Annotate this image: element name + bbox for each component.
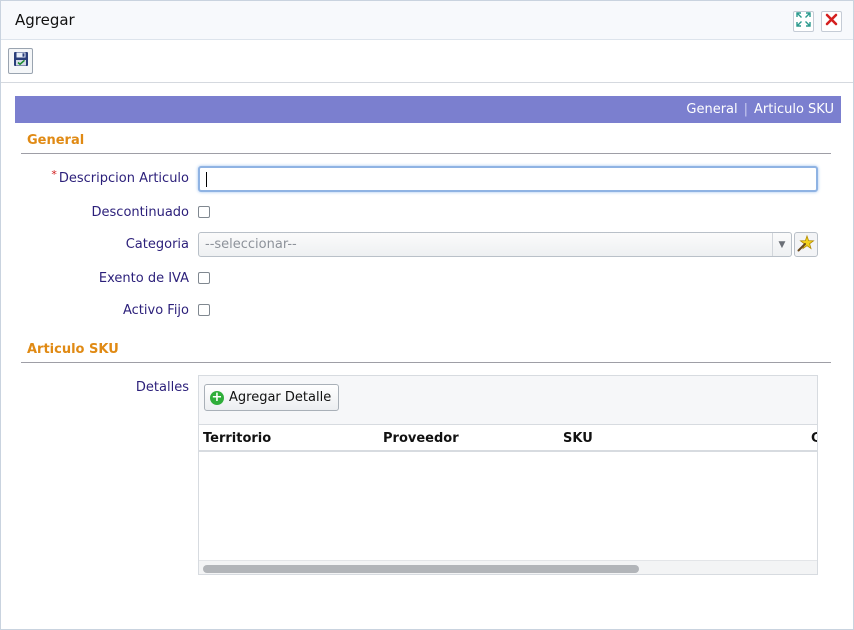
close-button[interactable] (821, 11, 842, 32)
tab-separator: | (743, 102, 749, 117)
section-title-general: General (27, 133, 85, 148)
column-header-sku[interactable]: SKU (563, 431, 593, 446)
column-header-proveedor[interactable]: Proveedor (383, 431, 459, 446)
magic-wand-icon (797, 234, 815, 256)
grid-header: Territorio Proveedor SKU C (199, 424, 817, 452)
detalles-label: Detalles (135, 380, 189, 395)
detalles-grid: + Agregar Detalle Territorio Proveedor S… (198, 375, 818, 575)
toolbar (1, 41, 853, 83)
descontinuado-checkbox[interactable] (198, 206, 210, 218)
horizontal-scrollbar[interactable] (199, 560, 817, 574)
categoria-select[interactable]: --seleccionar-- ▼ (198, 232, 792, 257)
save-button[interactable] (8, 48, 33, 74)
grid-body (199, 452, 817, 560)
exento-iva-label: Exento de IVA (98, 271, 189, 286)
close-icon (825, 13, 838, 30)
categoria-label: Categoria (125, 237, 189, 252)
descripcion-label-text: Descripcion Articulo (58, 171, 189, 186)
descripcion-input[interactable] (198, 166, 818, 192)
section-divider-general (21, 153, 831, 154)
column-header-territorio[interactable]: Territorio (203, 431, 271, 446)
exento-iva-checkbox[interactable] (198, 272, 210, 284)
section-tabs: General | Articulo SKU (15, 96, 841, 123)
title-bar: Agregar (1, 1, 853, 40)
text-caret (206, 172, 207, 187)
required-marker: * (51, 168, 57, 181)
activo-fijo-checkbox[interactable] (198, 304, 210, 316)
agregar-detalle-label: Agregar Detalle (229, 390, 332, 405)
tab-articulo-sku[interactable]: Articulo SKU (754, 102, 834, 117)
maximize-button[interactable] (793, 11, 814, 32)
tab-general[interactable]: General (686, 102, 737, 117)
dialog-title: Agregar (15, 11, 75, 29)
agregar-detalle-button[interactable]: + Agregar Detalle (204, 384, 340, 411)
plus-circle-icon: + (210, 389, 224, 405)
descontinuado-label: Descontinuado (91, 205, 189, 220)
new-category-button[interactable] (794, 232, 818, 257)
scrollbar-thumb[interactable] (203, 565, 639, 573)
activo-fijo-label: Activo Fijo (122, 303, 189, 318)
descripcion-label: * Descripcion Articulo (51, 168, 189, 186)
maximize-icon (796, 12, 811, 31)
section-divider-articulo-sku (21, 362, 831, 363)
section-title-articulo-sku: Articulo SKU (27, 342, 119, 357)
chevron-down-icon[interactable]: ▼ (772, 233, 791, 256)
save-icon (13, 51, 29, 71)
categoria-select-value: --seleccionar-- (205, 237, 297, 252)
column-header-truncated[interactable]: C (811, 431, 817, 446)
agregar-dialog: Agregar General | Articulo SKU General *… (0, 0, 854, 630)
